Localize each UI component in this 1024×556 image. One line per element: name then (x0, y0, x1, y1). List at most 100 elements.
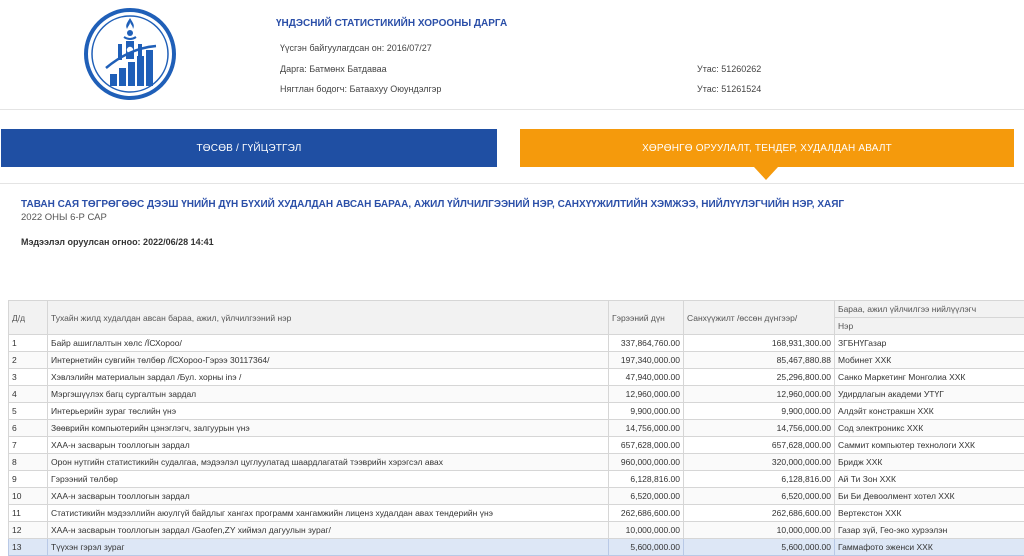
report-title: ТАВАН САЯ ТӨГРӨГӨӨС ДЭЭШ ҮНИЙН ДҮН БҮХИЙ… (21, 199, 845, 210)
cell-no: 11 (8, 504, 48, 522)
cell-funding: 6,128,816.00 (683, 470, 835, 488)
col-header-supplier-name: Нэр (834, 317, 1024, 335)
agency-header: ҮНДЭСНИЙ СТАТИСТИКИЙН ХОРООНЫ ДАРГА Үүсг… (0, 0, 1024, 110)
cell-no: 8 (8, 453, 48, 471)
table-row[interactable]: 4 Мэргэшүүлэх багц сургалтын зардал 12,960… (8, 385, 1024, 403)
cell-item: ХАА-н засварын тооллогын зардал (47, 436, 609, 454)
cell-funding: 9,900,000.00 (683, 402, 835, 420)
table-row[interactable]: 6 Зөөврийн компьютерийн цэнэглэгч, залгуу… (8, 419, 1024, 437)
phone-number-1: Утас: 51260262 (697, 64, 762, 74)
table-row[interactable]: 12 ХАА-н засварын тооллогын зардал /Gaofe… (8, 521, 1024, 539)
col-header-funding: Санхүүжилт /өссөн дүнгээр/ (683, 300, 835, 335)
col-header-no: Д/д (8, 300, 48, 335)
accountant-name: Нягтлан бодогч: Батаахуу Оюундэлгэр (280, 84, 442, 94)
soyombo-emblem-icon (84, 8, 176, 100)
cell-contract: 657,628,000.00 (608, 436, 684, 454)
chairman-name: Дарга: Батмөнх Батдаваа (280, 64, 387, 74)
cell-supplier: Ай Ти Зон ХХК (834, 470, 1024, 488)
cell-item: Статистикийн мэдээллийн аюулгүй байдлыг … (47, 504, 609, 522)
cell-no: 1 (8, 334, 48, 352)
cell-funding: 85,467,880.88 (683, 351, 835, 369)
cell-no: 5 (8, 402, 48, 420)
cell-item: Интерьерийн зураг төслийн үнэ (47, 402, 609, 420)
table-row[interactable]: 13 Түүхэн гэрэл зураг 5,600,000.00 5,600,00… (8, 538, 1024, 556)
cell-item: Хэвлэлийн материалын зардал /Бул. хорны … (47, 368, 609, 386)
cell-supplier: Вертекстон ХХК (834, 504, 1024, 522)
tab-procurement[interactable]: ХӨРӨНГӨ ОРУУЛАЛТ, ТЕНДЕР, ХУДАЛДАН АВАЛТ (520, 129, 1014, 167)
cell-item: ХАА-н засварын тооллогын зардал /Gaofen,… (47, 521, 609, 539)
cell-funding: 262,686,600.00 (683, 504, 835, 522)
phone-number-2: Утас: 51261524 (697, 84, 762, 94)
active-tab-arrow (754, 167, 778, 180)
cell-contract: 47,940,000.00 (608, 368, 684, 386)
col-header-contract: Гэрээний дүн (608, 300, 684, 335)
table-body: 1 Байр ашиглалтын хөлс /ЇСХороо/337,864,7… (8, 334, 1024, 556)
cell-contract: 262,686,600.00 (608, 504, 684, 522)
table-row[interactable]: 11 Статистикийн мэдээллийн аюулгүй байдлы… (8, 504, 1024, 522)
table-row[interactable]: 10 ХАА-н засварын тооллогын зардал 6,520,0… (8, 487, 1024, 505)
cell-contract: 12,960,000.00 (608, 385, 684, 403)
cell-contract: 6,520,000.00 (608, 487, 684, 505)
report-period: 2022 ОНЫ 6-Р САР (21, 212, 107, 223)
cell-contract: 5,600,000.00 (608, 538, 684, 556)
cell-supplier: Гаммафото эженси ХХК (834, 538, 1024, 556)
cell-no: 10 (8, 487, 48, 505)
cell-supplier: Саммит компьютер технологи ХХК (834, 436, 1024, 454)
cell-no: 12 (8, 521, 48, 539)
table-row[interactable]: 7 ХАА-н засварын тооллогын зардал 657,628,… (8, 436, 1024, 454)
agency-title: ҮНДЭСНИЙ СТАТИСТИКИЙН ХОРООНЫ ДАРГА (276, 18, 508, 29)
tab-budget[interactable]: ТӨСӨВ / ГҮЙЦЭТГЭЛ (1, 129, 497, 167)
cell-item: Байр ашиглалтын хөлс /ЇСХороо/ (47, 334, 609, 352)
cell-no: 7 (8, 436, 48, 454)
cell-funding: 168,931,300.00 (683, 334, 835, 352)
cell-funding: 320,000,000.00 (683, 453, 835, 471)
cell-contract: 14,756,000.00 (608, 419, 684, 437)
cell-supplier: Мобинет ХХК (834, 351, 1024, 369)
cell-item: Интернетийн сувгийн төлбөр /ЇСХороо-Гэрэ… (47, 351, 609, 369)
cell-item: Зөөврийн компьютерийн цэнэглэгч, залгуур… (47, 419, 609, 437)
table-row[interactable]: 9 Гэрээний төлбөр 6,128,816.00 6,128,816.00… (8, 470, 1024, 488)
col-header-item: Тухайн жилд худалдан авсан бараа, ажил, … (47, 300, 609, 335)
cell-no: 3 (8, 368, 48, 386)
cell-funding: 12,960,000.00 (683, 385, 835, 403)
procurement-table: Д/д Тухайн жилд худалдан авсан бараа, аж… (8, 300, 1024, 556)
cell-funding: 6,520,000.00 (683, 487, 835, 505)
cell-funding: 25,296,800.00 (683, 368, 835, 386)
table-row[interactable]: 8 Орон нутгийн статистикийн судалгаа, мэд… (8, 453, 1024, 471)
cell-funding: 10,000,000.00 (683, 521, 835, 539)
col-header-supplier: Бараа, ажил үйлчилгээ нийлүүлэгч (834, 300, 1024, 318)
cell-item: Орон нутгийн статистикийн судалгаа, мэдэ… (47, 453, 609, 471)
table-row[interactable]: 2 Интернетийн сувгийн төлбөр /ЇСХороо-Гэр… (8, 351, 1024, 369)
cell-no: 6 (8, 419, 48, 437)
table-row[interactable]: 1 Байр ашиглалтын хөлс /ЇСХороо/337,864,7… (8, 334, 1024, 352)
cell-item: Мэргэшүүлэх багц сургалтын зардал (47, 385, 609, 403)
cell-supplier: ЗГБНҮГазар (834, 334, 1024, 352)
cell-no: 13 (8, 538, 48, 556)
cell-item: Гэрээний төлбөр (47, 470, 609, 488)
cell-item: Түүхэн гэрэл зураг (47, 538, 609, 556)
table-row[interactable]: 5 Интерьерийн зураг төслийн үнэ 9,900,000.… (8, 402, 1024, 420)
established-date: Үүсгэн байгуулагдсан он: 2016/07/27 (280, 43, 432, 53)
cell-funding: 14,756,000.00 (683, 419, 835, 437)
table-row[interactable]: 3 Хэвлэлийн материалын зардал /Бул. хорны… (8, 368, 1024, 386)
cell-supplier: Сод электроникс ХХК (834, 419, 1024, 437)
cell-no: 4 (8, 385, 48, 403)
cell-funding: 657,628,000.00 (683, 436, 835, 454)
cell-contract: 337,864,760.00 (608, 334, 684, 352)
cell-contract: 6,128,816.00 (608, 470, 684, 488)
cell-contract: 197,340,000.00 (608, 351, 684, 369)
cell-no: 9 (8, 470, 48, 488)
cell-supplier: Удирдлагын академи УТҮГ (834, 385, 1024, 403)
divider (0, 183, 1024, 184)
procurement-table-container[interactable]: Д/д Тухайн жилд худалдан авсан бараа, аж… (8, 300, 1024, 556)
cell-funding: 5,600,000.00 (683, 538, 835, 556)
cell-supplier: Би Би Девоолмент хотел ХХК (834, 487, 1024, 505)
cell-contract: 9,900,000.00 (608, 402, 684, 420)
cell-supplier: Алдэйт констракшн ХХК (834, 402, 1024, 420)
cell-supplier: Бридж ХХК (834, 453, 1024, 471)
cell-no: 2 (8, 351, 48, 369)
cell-supplier: Газар зүй, Гео-эко хурээлэн (834, 521, 1024, 539)
cell-contract: 960,000,000.00 (608, 453, 684, 471)
cell-item: ХАА-н засварын тооллогын зардал (47, 487, 609, 505)
cell-contract: 10,000,000.00 (608, 521, 684, 539)
